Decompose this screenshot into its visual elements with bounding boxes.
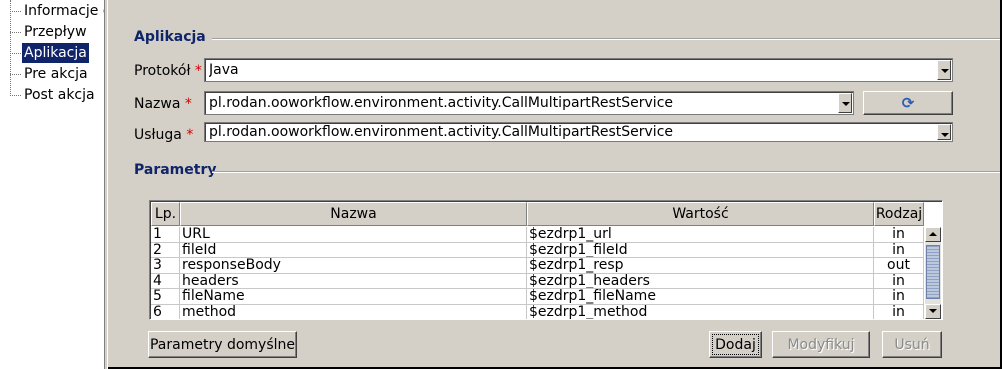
service-combo[interactable]: pl.rodan.ooworkflow.environment.activity… <box>204 122 953 142</box>
name-value: pl.rodan.ooworkflow.environment.activity… <box>209 95 674 111</box>
column-header-rodzaj[interactable]: Rodzaj <box>874 202 924 226</box>
cell-lp: 4 <box>151 273 180 289</box>
application-panel: Aplikacja Protokół * Java Nazwa * pl.rod… <box>108 0 1002 369</box>
cell-nazwa: headers <box>180 273 527 289</box>
name-combo[interactable]: pl.rodan.ooworkflow.environment.activity… <box>204 91 854 115</box>
tree-item-informacje[interactable]: Informacje o <box>22 1 104 21</box>
section-divider <box>212 38 1000 40</box>
chevron-down-icon[interactable] <box>838 93 852 113</box>
column-header-wartosc[interactable]: Wartość <box>527 202 874 226</box>
cell-nazwa: fileName <box>180 289 527 305</box>
cell-lp: 2 <box>151 242 180 258</box>
default-parameters-button[interactable]: Parametry domyślne <box>148 331 297 358</box>
cell-rodzaj: out <box>874 258 924 274</box>
name-label: Nazwa * <box>134 96 192 112</box>
modify-button[interactable]: Modyfikuj <box>772 331 870 358</box>
cell-wartosc: $ezdrp1_headers <box>527 273 874 289</box>
refresh-button[interactable]: ⟳ <box>863 91 953 115</box>
section-title-parametry: Parametry <box>134 162 217 178</box>
table-row[interactable]: 6 method $ezdrp1_method in <box>151 304 924 319</box>
cell-nazwa: responseBody <box>180 258 527 274</box>
required-mark: * <box>194 63 202 79</box>
tree-connector <box>10 95 21 96</box>
cell-lp: 6 <box>151 304 180 319</box>
tree-connector <box>10 74 21 75</box>
tree-item-pre-akcja[interactable]: Pre akcja <box>22 64 90 84</box>
service-label: Usługa * <box>134 127 194 143</box>
cell-wartosc: $ezdrp1_method <box>527 304 874 319</box>
chevron-down-icon[interactable] <box>937 124 951 140</box>
table-row[interactable]: 5 fileName $ezdrp1_fileName in <box>151 289 924 305</box>
refresh-icon: ⟳ <box>901 94 915 112</box>
cell-rodzaj: in <box>874 242 924 258</box>
cell-rodzaj: in <box>874 273 924 289</box>
protocol-value: Java <box>209 62 239 78</box>
table-row[interactable]: 1 URL $ezdrp1_url in <box>151 227 924 243</box>
tree-connector <box>10 11 21 12</box>
remove-button[interactable]: Usuń <box>882 331 942 358</box>
table-row[interactable]: 3 responseBody $ezdrp1_resp out <box>151 258 924 274</box>
cell-lp: 3 <box>151 258 180 274</box>
cell-rodzaj: in <box>874 304 924 319</box>
table-body: 1 URL $ezdrp1_url in 2 fileId $ezdrp1_fi… <box>151 227 924 319</box>
protocol-combo[interactable]: Java <box>204 58 953 82</box>
navigation-tree: Informacje o Przepływ Aplikacja Pre akcj… <box>0 0 104 369</box>
required-mark: * <box>184 96 192 112</box>
service-value: pl.rodan.ooworkflow.environment.activity… <box>209 124 674 140</box>
column-header-lp[interactable]: Lp. <box>151 202 180 226</box>
parameters-table: Lp. Nazwa Wartość Rodzaj 1 URL $ezdrp1_u… <box>149 200 943 320</box>
chevron-down-icon[interactable] <box>937 60 951 80</box>
cell-wartosc: $ezdrp1_fileId <box>527 242 874 258</box>
cell-nazwa: URL <box>180 227 527 243</box>
cell-rodzaj: in <box>874 227 924 243</box>
scrollbar-thumb[interactable] <box>926 245 940 299</box>
tree-item-przeplyw[interactable]: Przepływ <box>22 22 89 42</box>
scroll-up-icon[interactable] <box>925 227 941 242</box>
column-header-nazwa[interactable]: Nazwa <box>180 202 527 226</box>
cell-nazwa: fileId <box>180 242 527 258</box>
cell-wartosc: $ezdrp1_url <box>527 227 874 243</box>
section-divider <box>212 171 1000 173</box>
table-scrollbar[interactable] <box>925 227 941 319</box>
cell-rodzaj: in <box>874 289 924 305</box>
table-header: Lp. Nazwa Wartość Rodzaj <box>151 202 924 226</box>
cell-lp: 1 <box>151 227 180 243</box>
protocol-label: Protokół * <box>134 63 202 79</box>
table-row[interactable]: 2 fileId $ezdrp1_fileId in <box>151 242 924 258</box>
add-button[interactable]: Dodaj <box>709 331 762 358</box>
tree-item-aplikacja[interactable]: Aplikacja <box>22 43 89 63</box>
required-mark: * <box>186 127 194 143</box>
cell-wartosc: $ezdrp1_fileName <box>527 289 874 305</box>
tree-connector <box>10 32 21 33</box>
tree-item-post-akcja[interactable]: Post akcja <box>22 85 97 105</box>
cell-nazwa: method <box>180 304 527 319</box>
section-title-aplikacja: Aplikacja <box>134 29 206 45</box>
cell-wartosc: $ezdrp1_resp <box>527 258 874 274</box>
cell-lp: 5 <box>151 289 180 305</box>
scroll-down-icon[interactable] <box>925 304 941 319</box>
tree-connector <box>10 0 11 96</box>
tree-connector <box>10 53 21 54</box>
table-row[interactable]: 4 headers $ezdrp1_headers in <box>151 273 924 289</box>
